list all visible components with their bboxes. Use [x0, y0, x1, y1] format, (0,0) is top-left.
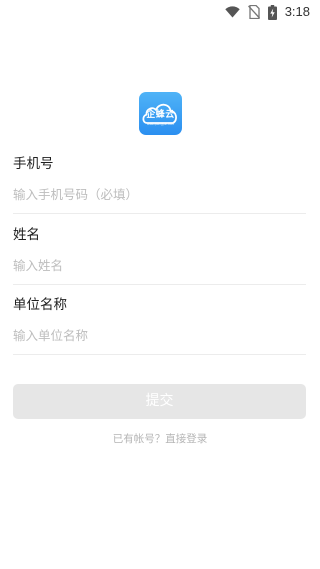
name-label: 姓名: [13, 227, 40, 243]
org-input[interactable]: [13, 322, 306, 348]
logo-wordmark: 企蜂云: [146, 110, 175, 120]
app-logo: 企蜂云 www.qifengyun.com: [139, 92, 182, 135]
submit-button[interactable]: 提交: [13, 384, 306, 419]
wifi-icon: [224, 6, 240, 18]
phone-input[interactable]: [13, 181, 306, 207]
name-input[interactable]: [13, 252, 306, 278]
name-field-group: 姓名: [13, 225, 306, 285]
org-label: 单位名称: [13, 297, 67, 313]
status-bar: 3:18: [0, 0, 320, 24]
org-divider: [13, 354, 306, 355]
org-field-group: 单位名称: [13, 295, 306, 355]
logo-url: www.qifengyun.com: [147, 122, 174, 126]
no-sim-icon: [247, 5, 260, 19]
battery-charging-icon: [267, 4, 277, 20]
phone-label: 手机号: [13, 156, 54, 172]
status-icons: 3:18: [224, 4, 310, 20]
phone-field-group: 手机号: [13, 154, 306, 214]
name-divider: [13, 284, 306, 285]
phone-divider: [13, 213, 306, 214]
login-link[interactable]: 已有帐号？直接登录: [0, 431, 320, 446]
status-time: 3:18: [284, 4, 310, 19]
